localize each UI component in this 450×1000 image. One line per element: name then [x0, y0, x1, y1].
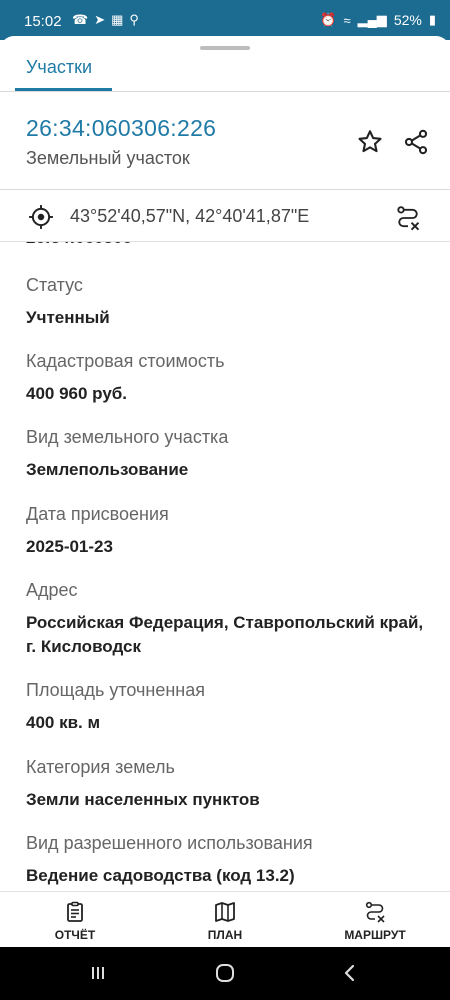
nav-route-label: МАРШРУТ	[344, 928, 406, 942]
divider	[0, 91, 450, 92]
field-address: Адрес Российская Федерация, Ставропольск…	[26, 579, 426, 659]
field-label: Категория земель	[26, 757, 175, 777]
system-nav-bar	[0, 947, 450, 1000]
telegram-icon: ➤	[94, 12, 106, 27]
battery-level: 52%	[393, 12, 422, 28]
coordinates-row: 43°52'40,57"N, 42°40'41,87"E	[0, 190, 450, 242]
bottom-nav: ОТЧЁТ ПЛАН МАРШРУТ	[0, 891, 450, 948]
drag-handle[interactable]	[200, 46, 250, 50]
system-icons: ⏰ ≈ ▂▄▆ 52% ▮	[320, 12, 436, 28]
field-value: Ведение садоводства (код 13.2)	[26, 866, 295, 885]
tab-parcels[interactable]: Участки	[26, 57, 92, 78]
field-label: Адрес	[26, 580, 78, 600]
status-bar: 15:02 ☎ ➤ ▦ ⚲ ⏰ ≈ ▂▄▆ 52% ▮	[0, 0, 450, 40]
recent-apps-icon[interactable]	[86, 961, 110, 985]
field-value: Землепользование	[26, 460, 189, 479]
whatsapp-icon: ☎	[72, 12, 89, 27]
cadastral-number[interactable]: 26:34:060306:226	[26, 115, 216, 142]
field-area: Площадь уточненная 400 кв. м	[26, 679, 426, 735]
nav-plan[interactable]: ПЛАН	[195, 900, 255, 942]
route-icon	[365, 901, 385, 923]
map-icon	[215, 902, 235, 922]
nav-route[interactable]: МАРШРУТ	[335, 900, 415, 942]
status-time: 15:02	[24, 13, 62, 30]
location-target-icon[interactable]	[28, 204, 54, 230]
field-value: Учтенный	[26, 308, 110, 327]
field-permitted-use: Вид разрешенного использования Ведение с…	[26, 832, 426, 888]
battery-icon: ▮	[428, 12, 436, 27]
field-label: Статус	[26, 275, 83, 295]
field-land-type: Вид земельного участка Землепользование	[26, 426, 426, 482]
coordinates-text[interactable]: 43°52'40,57"N, 42°40'41,87"E	[70, 206, 309, 227]
search-icon: ⚲	[129, 12, 139, 27]
signal-icon: ▂▄▆	[357, 12, 387, 27]
wifi-icon: ≈	[343, 12, 351, 28]
parcel-type: Земельный участок	[26, 148, 190, 168]
nav-plan-label: ПЛАН	[207, 928, 243, 942]
field-status: Статус Учтенный	[26, 274, 426, 330]
favorite-star-icon[interactable]	[356, 128, 384, 156]
field-value: 400 кв. м	[26, 713, 101, 732]
back-icon[interactable]	[338, 961, 362, 985]
field-cadastral-value: Кадастровая стоимость 400 960 руб.	[26, 350, 426, 406]
route-clear-icon[interactable]	[394, 204, 422, 232]
home-icon[interactable]	[213, 961, 237, 985]
nav-report[interactable]: ОТЧЁТ	[45, 900, 105, 942]
alarm-icon: ⏰	[320, 12, 337, 27]
share-icon[interactable]	[402, 128, 430, 156]
field-land-category: Категория земель Земли населенных пункто…	[26, 756, 426, 812]
notification-icons: ☎ ➤ ▦ ⚲	[72, 12, 139, 28]
field-label: Кадастровая стоимость	[26, 351, 225, 371]
field-value: 400 960 руб.	[26, 384, 128, 403]
nav-report-label: ОТЧЁТ	[54, 928, 96, 942]
field-label: Вид земельного участка	[26, 427, 229, 447]
field-assign-date: Дата присвоения 2025-01-23	[26, 503, 426, 559]
gallery-icon: ▦	[111, 12, 124, 27]
field-value: Российская Федерация, Ставропольский кра…	[26, 613, 424, 656]
divider	[0, 241, 450, 242]
field-label: Площадь уточненная	[26, 680, 205, 700]
field-label: Дата присвоения	[26, 504, 169, 524]
parcel-sheet: Участки 26:34:060306:226 Земельный участ…	[0, 36, 450, 946]
field-label: Вид разрешенного использования	[26, 833, 313, 853]
report-icon	[67, 901, 83, 922]
field-value: Земли населенных пунктов	[26, 790, 260, 809]
field-value: 2025-01-23	[26, 537, 113, 556]
